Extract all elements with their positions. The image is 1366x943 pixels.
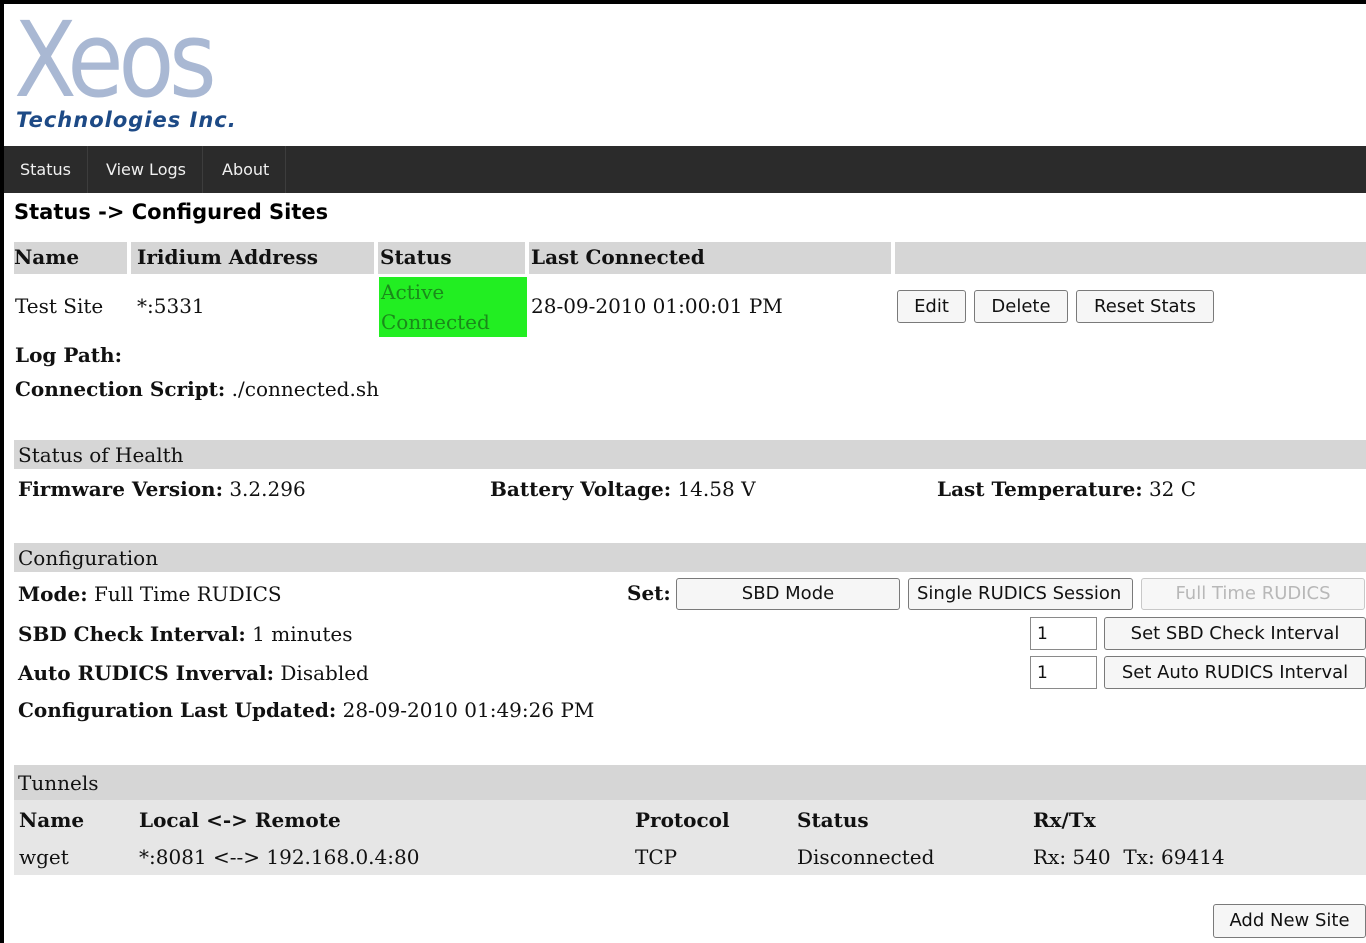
updated-label: Configuration Last Updated: [18, 698, 337, 722]
sites-table-header: Name Iridium Address Status Last Connect… [14, 242, 1366, 274]
site-iridium-address: *:5331 [137, 294, 205, 318]
tunnel-col-mapping-header: Local <-> Remote [139, 808, 341, 832]
col-last-connected-header: Last Connected [531, 245, 705, 269]
mode-value: Full Time RUDICS [93, 582, 282, 606]
page-title: Status -> Configured Sites [14, 200, 329, 224]
firmware-version: Firmware Version: 3.2.296 [18, 477, 306, 501]
single-rudics-session-button[interactable]: Single RUDICS Session [908, 578, 1133, 610]
edit-button[interactable]: Edit [897, 290, 966, 323]
mode-label: Mode: [18, 582, 88, 606]
firmware-value: 3.2.296 [229, 477, 306, 501]
tunnel-col-protocol-header: Protocol [635, 808, 730, 832]
company-logo: Xeos Technologies Inc. [14, 8, 294, 138]
tunnels-section-header: Tunnels [14, 765, 1366, 800]
auto-rudics-value: Disabled [280, 661, 369, 685]
header-divider [374, 242, 378, 274]
firmware-label: Firmware Version: [18, 477, 223, 501]
logo-wordmark: Xeos [14, 0, 217, 121]
configuration-section-header: Configuration [14, 543, 1366, 572]
sbd-check-interval: SBD Check Interval: 1 minutes [18, 622, 353, 646]
connection-script-value: ./connected.sh [231, 377, 379, 401]
nav-status[interactable]: Status [4, 146, 88, 193]
col-iridium-address-header: Iridium Address [137, 245, 319, 269]
tunnel-col-name-header: Name [19, 808, 85, 832]
site-last-connected: 28-09-2010 01:00:01 PM [531, 294, 783, 318]
site-name: Test Site [15, 294, 104, 318]
battery-value: 14.58 V [677, 477, 756, 501]
set-label: Set: [627, 581, 671, 605]
sbd-mode-button[interactable]: SBD Mode [676, 578, 900, 610]
tunnels-table: Name Local <-> Remote Protocol Status Rx… [14, 800, 1366, 875]
delete-button[interactable]: Delete [974, 290, 1068, 323]
configuration-last-updated: Configuration Last Updated: 28-09-2010 0… [18, 698, 594, 722]
updated-value: 28-09-2010 01:49:26 PM [342, 698, 595, 722]
tunnel-col-rxtx-header: Rx/Tx [1033, 808, 1096, 832]
health-title: Status of Health [18, 443, 184, 467]
full-time-rudics-button[interactable]: Full Time RUDICS [1141, 578, 1365, 610]
tunnels-title: Tunnels [18, 771, 99, 795]
sbd-interval-input[interactable] [1030, 617, 1097, 650]
nav-view-logs[interactable]: View Logs [90, 146, 203, 193]
add-new-site-button[interactable]: Add New Site [1213, 904, 1366, 938]
logo-subtitle: Technologies Inc. [16, 108, 237, 132]
health-section-header: Status of Health [14, 440, 1366, 469]
auto-rudics-interval: Auto RUDICS Inverval: Disabled [18, 661, 369, 685]
tunnel-col-status-header: Status [797, 808, 869, 832]
connection-script-label: Connection Script: [15, 377, 226, 401]
last-temperature: Last Temperature: 32 C [937, 477, 1196, 501]
col-status-header: Status [380, 245, 452, 269]
sbd-interval-label: SBD Check Interval: [18, 622, 246, 646]
header-divider [127, 242, 131, 274]
window-frame-left [0, 0, 4, 943]
temperature-value: 32 C [1148, 477, 1197, 501]
auto-rudics-interval-input[interactable] [1030, 656, 1097, 689]
tunnel-rxtx: Rx: 540 Tx: 69414 [1033, 845, 1225, 869]
site-status-badge: Active Connected [379, 277, 527, 337]
status-line-connected: Connected [381, 310, 490, 334]
auto-rudics-label: Auto RUDICS Inverval: [18, 661, 275, 685]
header-divider [525, 242, 529, 274]
mode: Mode: Full Time RUDICS [18, 582, 282, 606]
battery-voltage: Battery Voltage: 14.58 V [490, 477, 756, 501]
nav-bar: Status View Logs About [4, 146, 1366, 193]
nav-about[interactable]: About [206, 146, 287, 193]
tunnel-status: Disconnected [797, 845, 935, 869]
header-divider [891, 242, 895, 274]
log-path-label: Log Path: [15, 343, 122, 367]
set-auto-rudics-interval-button[interactable]: Set Auto RUDICS Interval [1104, 656, 1366, 689]
log-path: Log Path: [15, 343, 122, 367]
connection-script: Connection Script: ./connected.sh [15, 377, 379, 401]
temperature-label: Last Temperature: [937, 477, 1143, 501]
tunnel-mapping: *:8081 <--> 192.168.0.4:80 [139, 845, 420, 869]
tunnel-protocol: TCP [635, 845, 678, 869]
col-name-header: Name [14, 245, 80, 269]
battery-label: Battery Voltage: [490, 477, 672, 501]
sbd-interval-value: 1 minutes [252, 622, 353, 646]
status-line-active: Active [381, 280, 445, 304]
configuration-title: Configuration [18, 546, 159, 570]
set-sbd-check-interval-button[interactable]: Set SBD Check Interval [1104, 617, 1366, 650]
reset-stats-button[interactable]: Reset Stats [1076, 290, 1214, 323]
tunnel-name: wget [19, 845, 69, 869]
